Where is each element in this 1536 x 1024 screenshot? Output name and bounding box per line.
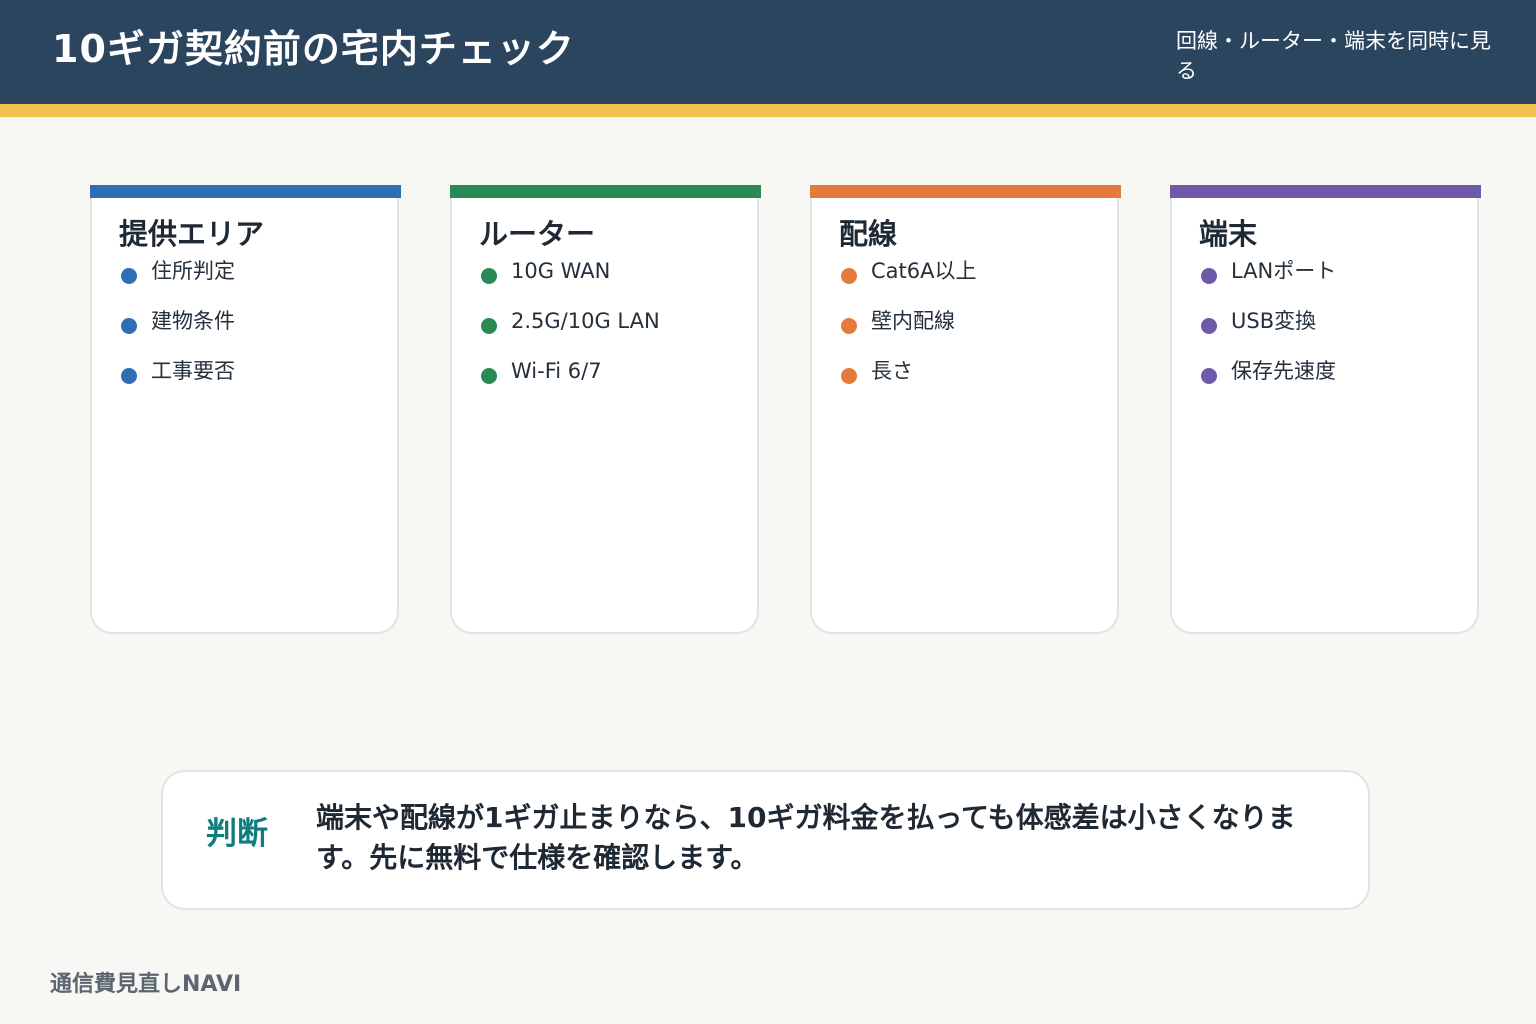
bullet-dot-icon — [1201, 268, 1217, 284]
list-item-label: 2.5G/10G LAN — [511, 309, 660, 333]
bullet-dot-icon — [1201, 318, 1217, 334]
bullet-dot-icon — [841, 368, 857, 384]
verdict-text: 端末や配線が1ギガ止まりなら、10ギガ料金を払っても体感差は小さくなります。先に… — [316, 801, 1296, 874]
bullet-dot-icon — [121, 268, 137, 284]
header-accent-stripe — [0, 104, 1536, 117]
card-area: 提供エリア 住所判定 建物条件 工事要否 — [90, 185, 401, 634]
verdict-box: 判断 端末や配線が1ギガ止まりなら、10ギガ料金を払っても体感差は小さくなります… — [161, 770, 1370, 910]
card-title: ルーター — [479, 217, 596, 251]
bullet-dot-icon — [121, 318, 137, 334]
card-color-bar — [450, 185, 761, 198]
card-router: ルーター 10G WAN 2.5G/10G LAN Wi-Fi 6/7 — [450, 185, 761, 634]
card-title: 端末 — [1199, 217, 1258, 251]
card-device: 端末 LANポート USB変換 保存先速度 — [1170, 185, 1481, 634]
page-subtitle: 回線・ルーター・端末を同時に見る — [1176, 29, 1491, 83]
list-item-label: Cat6A以上 — [871, 259, 977, 283]
card-title: 配線 — [839, 217, 898, 251]
card-wiring: 配線 Cat6A以上 壁内配線 長さ — [810, 185, 1121, 634]
page-title: 10ギガ契約前の宅内チェック — [52, 27, 575, 71]
card-color-bar — [90, 185, 401, 198]
list-item-label: 工事要否 — [151, 359, 235, 383]
footer-brand: 通信費見直しNAVI — [50, 972, 242, 997]
card-title: 提供エリア — [119, 217, 265, 251]
list-item-label: 保存先速度 — [1231, 359, 1336, 383]
card-color-bar — [810, 185, 1121, 198]
list-item-label: 建物条件 — [151, 309, 235, 333]
bullet-dot-icon — [481, 268, 497, 284]
bullet-dot-icon — [1201, 368, 1217, 384]
bullet-dot-icon — [121, 368, 137, 384]
list-item-label: 長さ — [871, 359, 913, 383]
bullet-dot-icon — [481, 318, 497, 334]
list-item-label: 10G WAN — [511, 259, 611, 283]
bullet-dot-icon — [481, 368, 497, 384]
list-item-label: USB変換 — [1231, 309, 1317, 333]
list-item-label: LANポート — [1231, 259, 1337, 283]
list-item-label: 住所判定 — [151, 259, 235, 283]
verdict-label: 判断 — [206, 816, 268, 852]
list-item-label: Wi-Fi 6/7 — [511, 359, 602, 383]
bullet-dot-icon — [841, 268, 857, 284]
bullet-dot-icon — [841, 318, 857, 334]
list-item-label: 壁内配線 — [871, 309, 955, 333]
card-color-bar — [1170, 185, 1481, 198]
header-bar: 10ギガ契約前の宅内チェック 回線・ルーター・端末を同時に見る — [0, 0, 1536, 104]
